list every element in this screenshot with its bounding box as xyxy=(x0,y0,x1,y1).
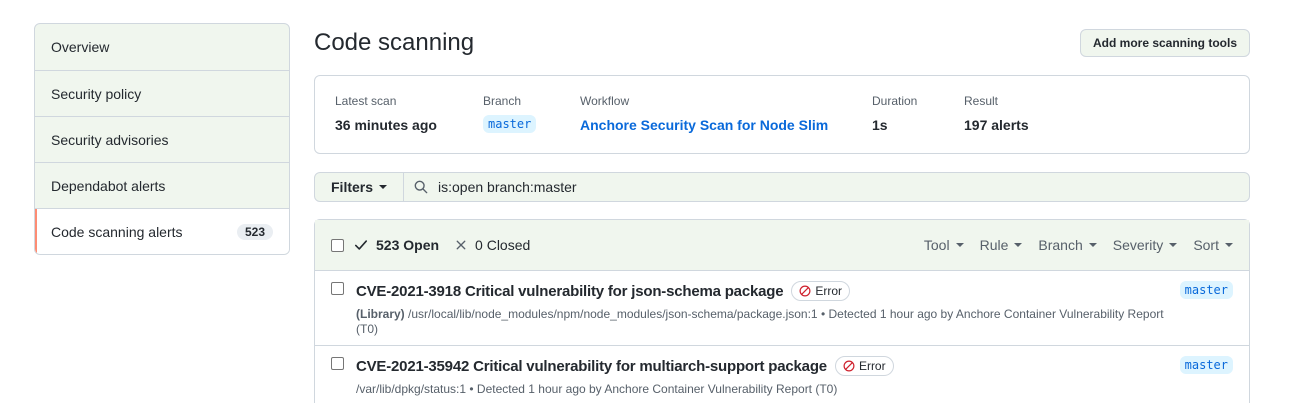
sort-dropdown[interactable]: Sort xyxy=(1193,237,1233,253)
page-header: Code scanning Add more scanning tools xyxy=(314,23,1250,63)
duration-label: Duration xyxy=(872,94,918,108)
branch-label: Branch xyxy=(483,94,522,108)
x-icon xyxy=(456,240,466,250)
caret-down-icon xyxy=(379,185,388,189)
check-icon xyxy=(354,240,368,250)
workflow-label: Workflow xyxy=(580,94,630,108)
branch-info: Branch master xyxy=(483,94,580,153)
tool-dropdown[interactable]: Tool xyxy=(924,237,964,253)
sorter-label: Sort xyxy=(1193,237,1219,253)
workflow-link[interactable]: Anchore Security Scan for Node Slim xyxy=(580,117,872,133)
closed-count: 0 Closed xyxy=(475,237,531,253)
alert-checkbox[interactable] xyxy=(331,357,344,370)
alert-branch-wrap: master xyxy=(1179,281,1233,299)
filters-button[interactable]: Filters xyxy=(315,173,405,201)
alert-title[interactable]: CVE-2021-3918 Critical vulnerability for… xyxy=(356,283,784,300)
severity-dropdown[interactable]: Severity xyxy=(1113,237,1178,253)
latest-scan-label: Latest scan xyxy=(335,94,397,108)
duration-info: Duration 1s xyxy=(872,94,964,153)
alert-body: CVE-2021-3918 Critical vulnerability for… xyxy=(356,281,1168,337)
main-content: Code scanning Add more scanning tools La… xyxy=(314,23,1250,403)
sidebar-item-label: Overview xyxy=(51,39,110,55)
severity-badge: Error xyxy=(791,281,851,301)
latest-scan-info: Latest scan 36 minutes ago xyxy=(335,94,483,153)
closed-filter[interactable]: 0 Closed xyxy=(455,237,530,253)
caret-down-icon xyxy=(1014,243,1023,247)
security-sidebar: Overview Security policy Security adviso… xyxy=(34,23,290,255)
alert-title[interactable]: CVE-2021-35942 Critical vulnerability fo… xyxy=(356,358,827,375)
sort-controls: Tool Rule Branch Severity Sort xyxy=(908,237,1233,253)
result-value: 197 alerts xyxy=(964,117,1029,133)
rule-dropdown[interactable]: Rule xyxy=(980,237,1023,253)
caret-down-icon xyxy=(1225,243,1233,247)
branch-value-wrap: master xyxy=(483,115,580,133)
open-filter[interactable]: 523 Open xyxy=(354,237,439,253)
sidebar-item-label: Security advisories xyxy=(51,131,169,148)
stop-icon xyxy=(799,285,811,297)
alert-meta: (Library) /usr/local/lib/node_modules/np… xyxy=(356,307,1168,337)
result-label: Result xyxy=(964,94,999,108)
alert-meta-text: /usr/local/lib/node_modules/npm/node_mod… xyxy=(356,307,1164,336)
caret-down-icon xyxy=(1169,243,1178,247)
severity-label: Error xyxy=(815,284,843,298)
severity-badge: Error xyxy=(834,356,894,376)
alert-title-line: CVE-2021-3918 Critical vulnerability for… xyxy=(356,281,1168,301)
sidebar-item-dependabot-alerts[interactable]: Dependabot alerts xyxy=(35,162,289,208)
alert-row: CVE-2021-35942 Critical vulnerability fo… xyxy=(315,346,1249,403)
sidebar-item-label: Dependabot alerts xyxy=(51,177,166,194)
sorter-label: Rule xyxy=(979,237,1009,253)
alert-meta: /var/lib/dpkg/status:1 • Detected 1 hour… xyxy=(356,382,1168,397)
latest-scan-panel: Latest scan 36 minutes ago Branch master… xyxy=(314,75,1250,154)
alert-branch-chip[interactable]: master xyxy=(1179,356,1233,374)
sidebar-item-label: Code scanning alerts xyxy=(51,223,183,240)
alert-branch-wrap: master xyxy=(1179,356,1233,374)
branch-chip[interactable]: master xyxy=(483,115,537,133)
add-scanning-tools-button[interactable]: Add more scanning tools xyxy=(1079,29,1250,57)
open-count: 523 Open xyxy=(376,237,440,253)
alert-meta-prefix: (Library) xyxy=(356,307,405,321)
latest-scan-value: 36 minutes ago xyxy=(335,117,437,133)
search-input[interactable]: is:open branch:master xyxy=(404,173,1249,201)
duration-value: 1s xyxy=(872,117,888,133)
alerts-list-header: 523 Open 0 Closed Tool Rule Branch Sever… xyxy=(315,220,1249,271)
sorter-label: Tool xyxy=(923,237,950,253)
severity-label: Error xyxy=(858,359,886,373)
caret-down-icon xyxy=(1088,243,1097,247)
alert-branch-chip[interactable]: master xyxy=(1179,281,1233,299)
search-icon xyxy=(414,180,428,194)
sorter-label: Severity xyxy=(1112,237,1164,253)
alert-meta-text: /var/lib/dpkg/status:1 • Detected 1 hour… xyxy=(356,382,838,396)
sidebar-item-code-scanning-alerts[interactable]: Code scanning alerts 523 xyxy=(35,208,289,254)
count-badge: 523 xyxy=(236,223,273,240)
branch-dropdown[interactable]: Branch xyxy=(1038,237,1097,253)
select-all-checkbox[interactable] xyxy=(331,238,344,252)
sidebar-item-overview[interactable]: Overview xyxy=(35,24,289,70)
sidebar-item-security-advisories[interactable]: Security advisories xyxy=(35,116,289,162)
result-info: Result 197 alerts xyxy=(964,94,1029,153)
alert-checkbox[interactable] xyxy=(331,282,344,295)
search-query: is:open branch:master xyxy=(438,179,577,195)
alert-row: CVE-2021-3918 Critical vulnerability for… xyxy=(315,271,1249,346)
filters-label: Filters xyxy=(331,179,374,195)
sidebar-item-label: Security policy xyxy=(51,85,142,102)
sidebar-item-security-policy[interactable]: Security policy xyxy=(35,70,289,116)
workflow-info: Workflow Anchore Security Scan for Node … xyxy=(580,94,872,153)
filter-bar: Filters is:open branch:master xyxy=(314,172,1250,202)
sorter-label: Branch xyxy=(1038,237,1083,253)
alert-title-line: CVE-2021-35942 Critical vulnerability fo… xyxy=(356,356,1168,376)
alert-body: CVE-2021-35942 Critical vulnerability fo… xyxy=(356,356,1168,397)
stop-icon xyxy=(843,360,855,372)
caret-down-icon xyxy=(955,243,964,247)
page-title: Code scanning xyxy=(314,29,475,56)
alerts-list: 523 Open 0 Closed Tool Rule Branch Sever… xyxy=(314,219,1250,403)
